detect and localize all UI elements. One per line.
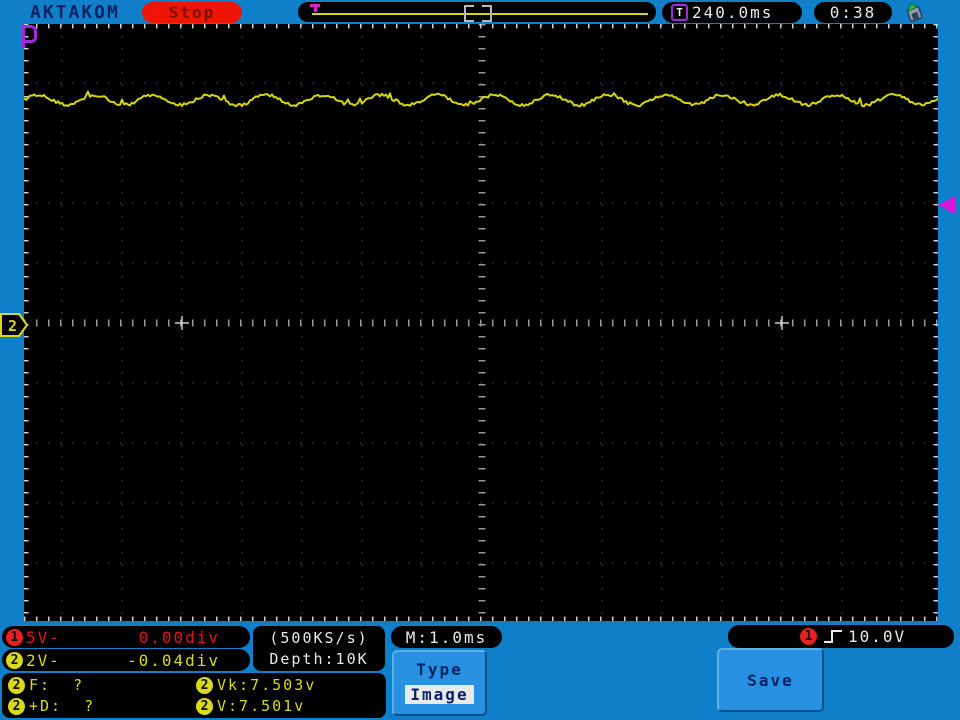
measurement-vk: 2 Vk:7.503v xyxy=(196,676,316,694)
channel2-scale: 2V- xyxy=(26,650,61,670)
measurement-value: Vk:7.503v xyxy=(217,676,317,694)
measurement-frequency: 2 F: ? xyxy=(8,676,196,694)
save-button-label: Save xyxy=(747,670,794,690)
trigger-level-arrow-icon[interactable] xyxy=(938,196,955,214)
channel2-badge: 2 xyxy=(6,651,23,669)
acquisition-info-panel: (500KS/s) Depth:10K xyxy=(253,626,385,671)
channel2-settings-readout: 2 2V- -0.04div xyxy=(2,649,250,671)
trigger-delay-readout: T 240.0ms xyxy=(662,2,802,23)
acquisition-status-badge: Stop xyxy=(142,2,242,23)
usb-storage-icon xyxy=(906,2,923,22)
measurement-row: 2 +D: ? 2 V:7.501v xyxy=(8,696,386,717)
acquisition-status-label: Stop xyxy=(168,3,216,22)
trigger-delay-value: 240.0ms xyxy=(692,3,774,22)
waveform-display xyxy=(23,23,939,622)
channel1-settings-readout: 1 5V- 0.00div xyxy=(2,626,250,648)
horizontal-position-bar[interactable] xyxy=(298,2,656,22)
channel2-marker-label: 2 xyxy=(8,317,17,335)
clock-readout: 0:38 xyxy=(814,2,892,23)
channel2-trace xyxy=(23,90,939,108)
menu-type-title: Type xyxy=(416,660,463,679)
timebase-readout: M:1.0ms xyxy=(391,626,502,648)
sample-rate: (500KS/s) xyxy=(269,628,369,647)
window-bracket-left-icon xyxy=(464,5,474,22)
save-button[interactable]: Save xyxy=(717,648,824,712)
channel1-badge: 1 xyxy=(6,628,23,646)
window-bracket-right-icon xyxy=(482,5,492,22)
measurement-value: F: ? xyxy=(29,676,85,694)
graticule-and-trace xyxy=(23,23,939,622)
memory-depth: Depth:10K xyxy=(269,649,369,668)
clock-value: 0:38 xyxy=(829,3,877,22)
memory-window-line xyxy=(312,13,648,15)
measurements-panel: 2 F: ? 2 Vk:7.503v 2 +D: ? 2 V:7.501v xyxy=(2,673,386,718)
measurement-channel-badge: 2 xyxy=(196,676,213,694)
measurement-value: V:7.501v xyxy=(217,697,306,715)
oscilloscope-screen: AKTAKOM Stop T 240.0ms 0:38 2 1 5V- 0.00… xyxy=(0,0,960,720)
timebase-value: M:1.0ms xyxy=(405,627,488,647)
channel1-position: 0.00div xyxy=(138,627,220,647)
trigger-position-icon xyxy=(310,4,320,12)
channel1-scale: 5V- xyxy=(26,627,61,647)
measurement-value: +D: ? xyxy=(29,697,96,715)
trigger-status-readout: 1 10.0V xyxy=(728,625,954,648)
menu-type-selected-value: Image xyxy=(405,685,474,704)
channel2-position: -0.04div xyxy=(126,650,220,670)
measurement-channel-badge: 2 xyxy=(196,697,213,715)
channel2-position-marker[interactable]: 2 xyxy=(0,312,30,338)
measurement-channel-badge: 2 xyxy=(8,676,25,694)
measurement-duty: 2 +D: ? xyxy=(8,697,196,715)
rising-edge-icon xyxy=(824,630,842,643)
measurement-row: 2 F: ? 2 Vk:7.503v xyxy=(8,675,386,696)
menu-type-button[interactable]: Type Image xyxy=(392,650,487,716)
trigger-offscreen-marker-icon xyxy=(22,25,37,48)
measurement-channel-badge: 2 xyxy=(8,697,25,715)
trigger-source-badge: 1 xyxy=(800,628,817,645)
measurement-v: 2 V:7.501v xyxy=(196,697,305,715)
trigger-t-icon: T xyxy=(671,4,688,21)
trigger-level-value: 10.0V xyxy=(848,627,907,646)
brand-logo: AKTAKOM xyxy=(30,2,120,23)
